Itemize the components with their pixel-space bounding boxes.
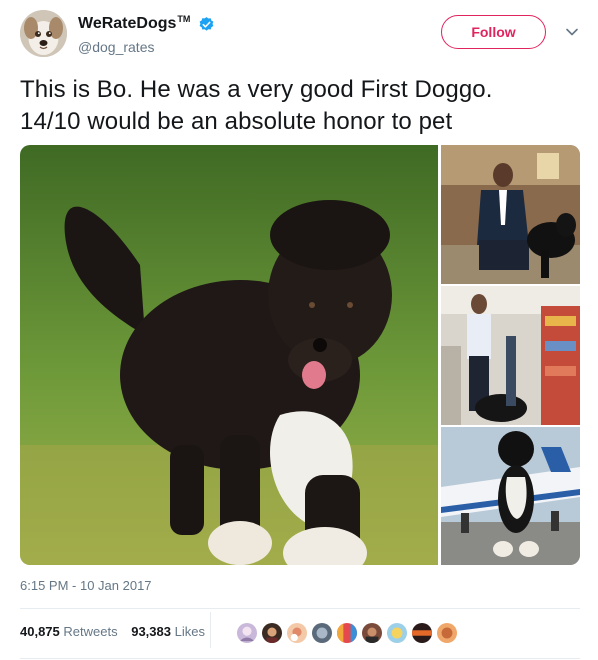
- likes-count: 93,383: [131, 624, 171, 639]
- photo-side-store[interactable]: [441, 286, 580, 425]
- liker-avatar-9[interactable]: [436, 622, 458, 644]
- author-handle[interactable]: @dog_rates: [78, 39, 215, 55]
- media-grid: [20, 145, 580, 565]
- tweet-header: WeRateDogsTM @dog_rates Follow: [20, 10, 580, 58]
- liker-avatar-5[interactable]: [336, 622, 358, 644]
- photo-side-office[interactable]: [441, 145, 580, 284]
- chevron-down-icon[interactable]: [564, 24, 580, 40]
- tweet-stats: 40,875 Retweets 93,383 Likes: [20, 624, 215, 639]
- tweet-text-line-1: This is Bo. He was a very good First Dog…: [20, 76, 493, 103]
- follow-button[interactable]: Follow: [441, 15, 546, 49]
- photo-main-dog-on-grass[interactable]: [20, 145, 438, 565]
- display-name[interactable]: WeRateDogs: [78, 15, 176, 33]
- trademark: TM: [177, 14, 191, 24]
- liker-avatar-1[interactable]: [236, 622, 258, 644]
- likes-label: Likes: [174, 624, 205, 639]
- liker-avatar-2[interactable]: [261, 622, 283, 644]
- dog-face-avatar-icon: [20, 10, 67, 57]
- tweet-text-line-2: 14/10 would be an absolute honor to pet: [20, 108, 453, 135]
- liker-avatar-8[interactable]: [411, 622, 433, 644]
- liker-avatar-6[interactable]: [361, 622, 383, 644]
- retweets-stat[interactable]: 40,875 Retweets: [20, 624, 121, 639]
- divider-top: [20, 608, 580, 609]
- likes-stat[interactable]: 93,383 Likes: [131, 624, 205, 639]
- verified-badge-icon: [199, 16, 214, 31]
- retweets-count: 40,875: [20, 624, 60, 639]
- retweets-label: Retweets: [63, 624, 118, 639]
- photo-side-airplane[interactable]: [441, 427, 580, 565]
- author-names: WeRateDogsTM @dog_rates: [78, 14, 215, 55]
- divider-bottom: [20, 658, 580, 659]
- tweet-timestamp[interactable]: 6:15 PM - 10 Jan 2017: [20, 578, 152, 593]
- liker-avatar-3[interactable]: [286, 622, 308, 644]
- author-avatar[interactable]: [20, 10, 67, 57]
- liker-avatar-4[interactable]: [311, 622, 333, 644]
- stats-separator: [210, 612, 211, 648]
- liker-avatar-7[interactable]: [386, 622, 408, 644]
- tweet-text: This is Bo. He was a very good First Dog…: [20, 74, 580, 138]
